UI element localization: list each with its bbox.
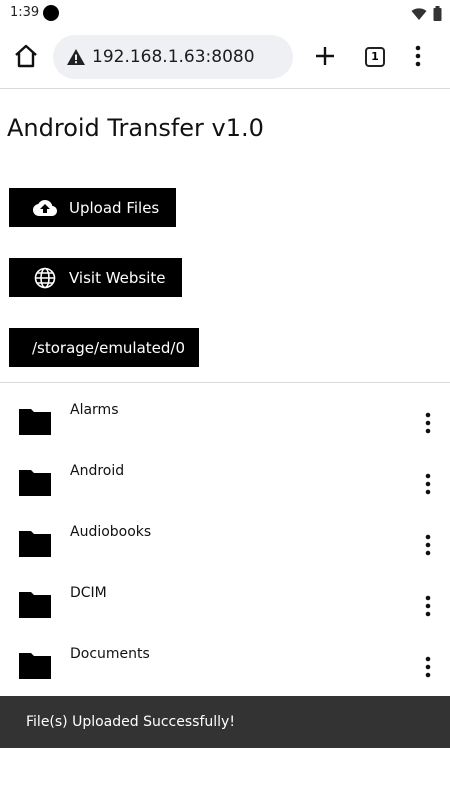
plus-icon[interactable] [313,44,337,68]
upload-files-button[interactable]: Upload Files [9,188,176,227]
more-vert-icon[interactable] [420,472,436,496]
globe-icon [34,267,56,288]
home-icon[interactable] [12,42,40,70]
list-item-label[interactable]: DCIM [70,585,107,601]
warning-icon[interactable] [66,47,86,67]
list-item-alarms[interactable]: Alarms [0,383,450,444]
folder-icon [19,653,51,679]
url-text[interactable]: 192.168.1.63:8080 [92,47,255,67]
list-item-label[interactable]: Android [70,463,124,479]
cloud-upload-icon [33,199,57,216]
more-vert-icon[interactable] [420,533,436,557]
more-vert-icon[interactable] [420,411,436,435]
visit-website-button[interactable]: Visit Website [9,258,182,297]
snackbar: File(s) Uploaded Successfully! [0,696,450,748]
status-icons [411,6,442,21]
folder-icon [19,592,51,618]
url-bar[interactable]: 192.168.1.63:8080 [53,35,293,79]
status-bar: 1:39 [0,0,450,26]
current-path-button[interactable]: /storage/emulated/0 [9,328,199,367]
toolbar-divider [0,88,450,89]
file-list: Alarms Android Audiobooks DCIM Documents [0,383,450,688]
folder-icon [19,470,51,496]
list-item-documents[interactable]: Documents [0,627,450,688]
list-item-android[interactable]: Android [0,444,450,505]
visit-website-label: Visit Website [69,268,166,287]
status-time: 1:39 [10,5,40,20]
more-vert-icon[interactable] [420,594,436,618]
list-item-label[interactable]: Documents [70,646,150,662]
folder-icon [19,409,51,435]
list-item-label[interactable]: Alarms [70,402,119,418]
list-item-audiobooks[interactable]: Audiobooks [0,505,450,566]
wifi-icon [411,7,427,20]
more-vert-icon[interactable] [420,655,436,679]
browser-toolbar: 192.168.1.63:8080 1 [0,26,450,88]
upload-files-label: Upload Files [69,198,160,217]
snackbar-message: File(s) Uploaded Successfully! [26,714,235,730]
folder-icon [19,531,51,557]
record-dot-icon [43,5,59,21]
list-item-dcim[interactable]: DCIM [0,566,450,627]
more-vert-icon[interactable] [408,44,428,68]
battery-icon [433,6,442,21]
page-title: Android Transfer v1.0 [7,114,264,142]
tabs-icon[interactable]: 1 [365,47,385,67]
list-item-label[interactable]: Audiobooks [70,524,151,540]
